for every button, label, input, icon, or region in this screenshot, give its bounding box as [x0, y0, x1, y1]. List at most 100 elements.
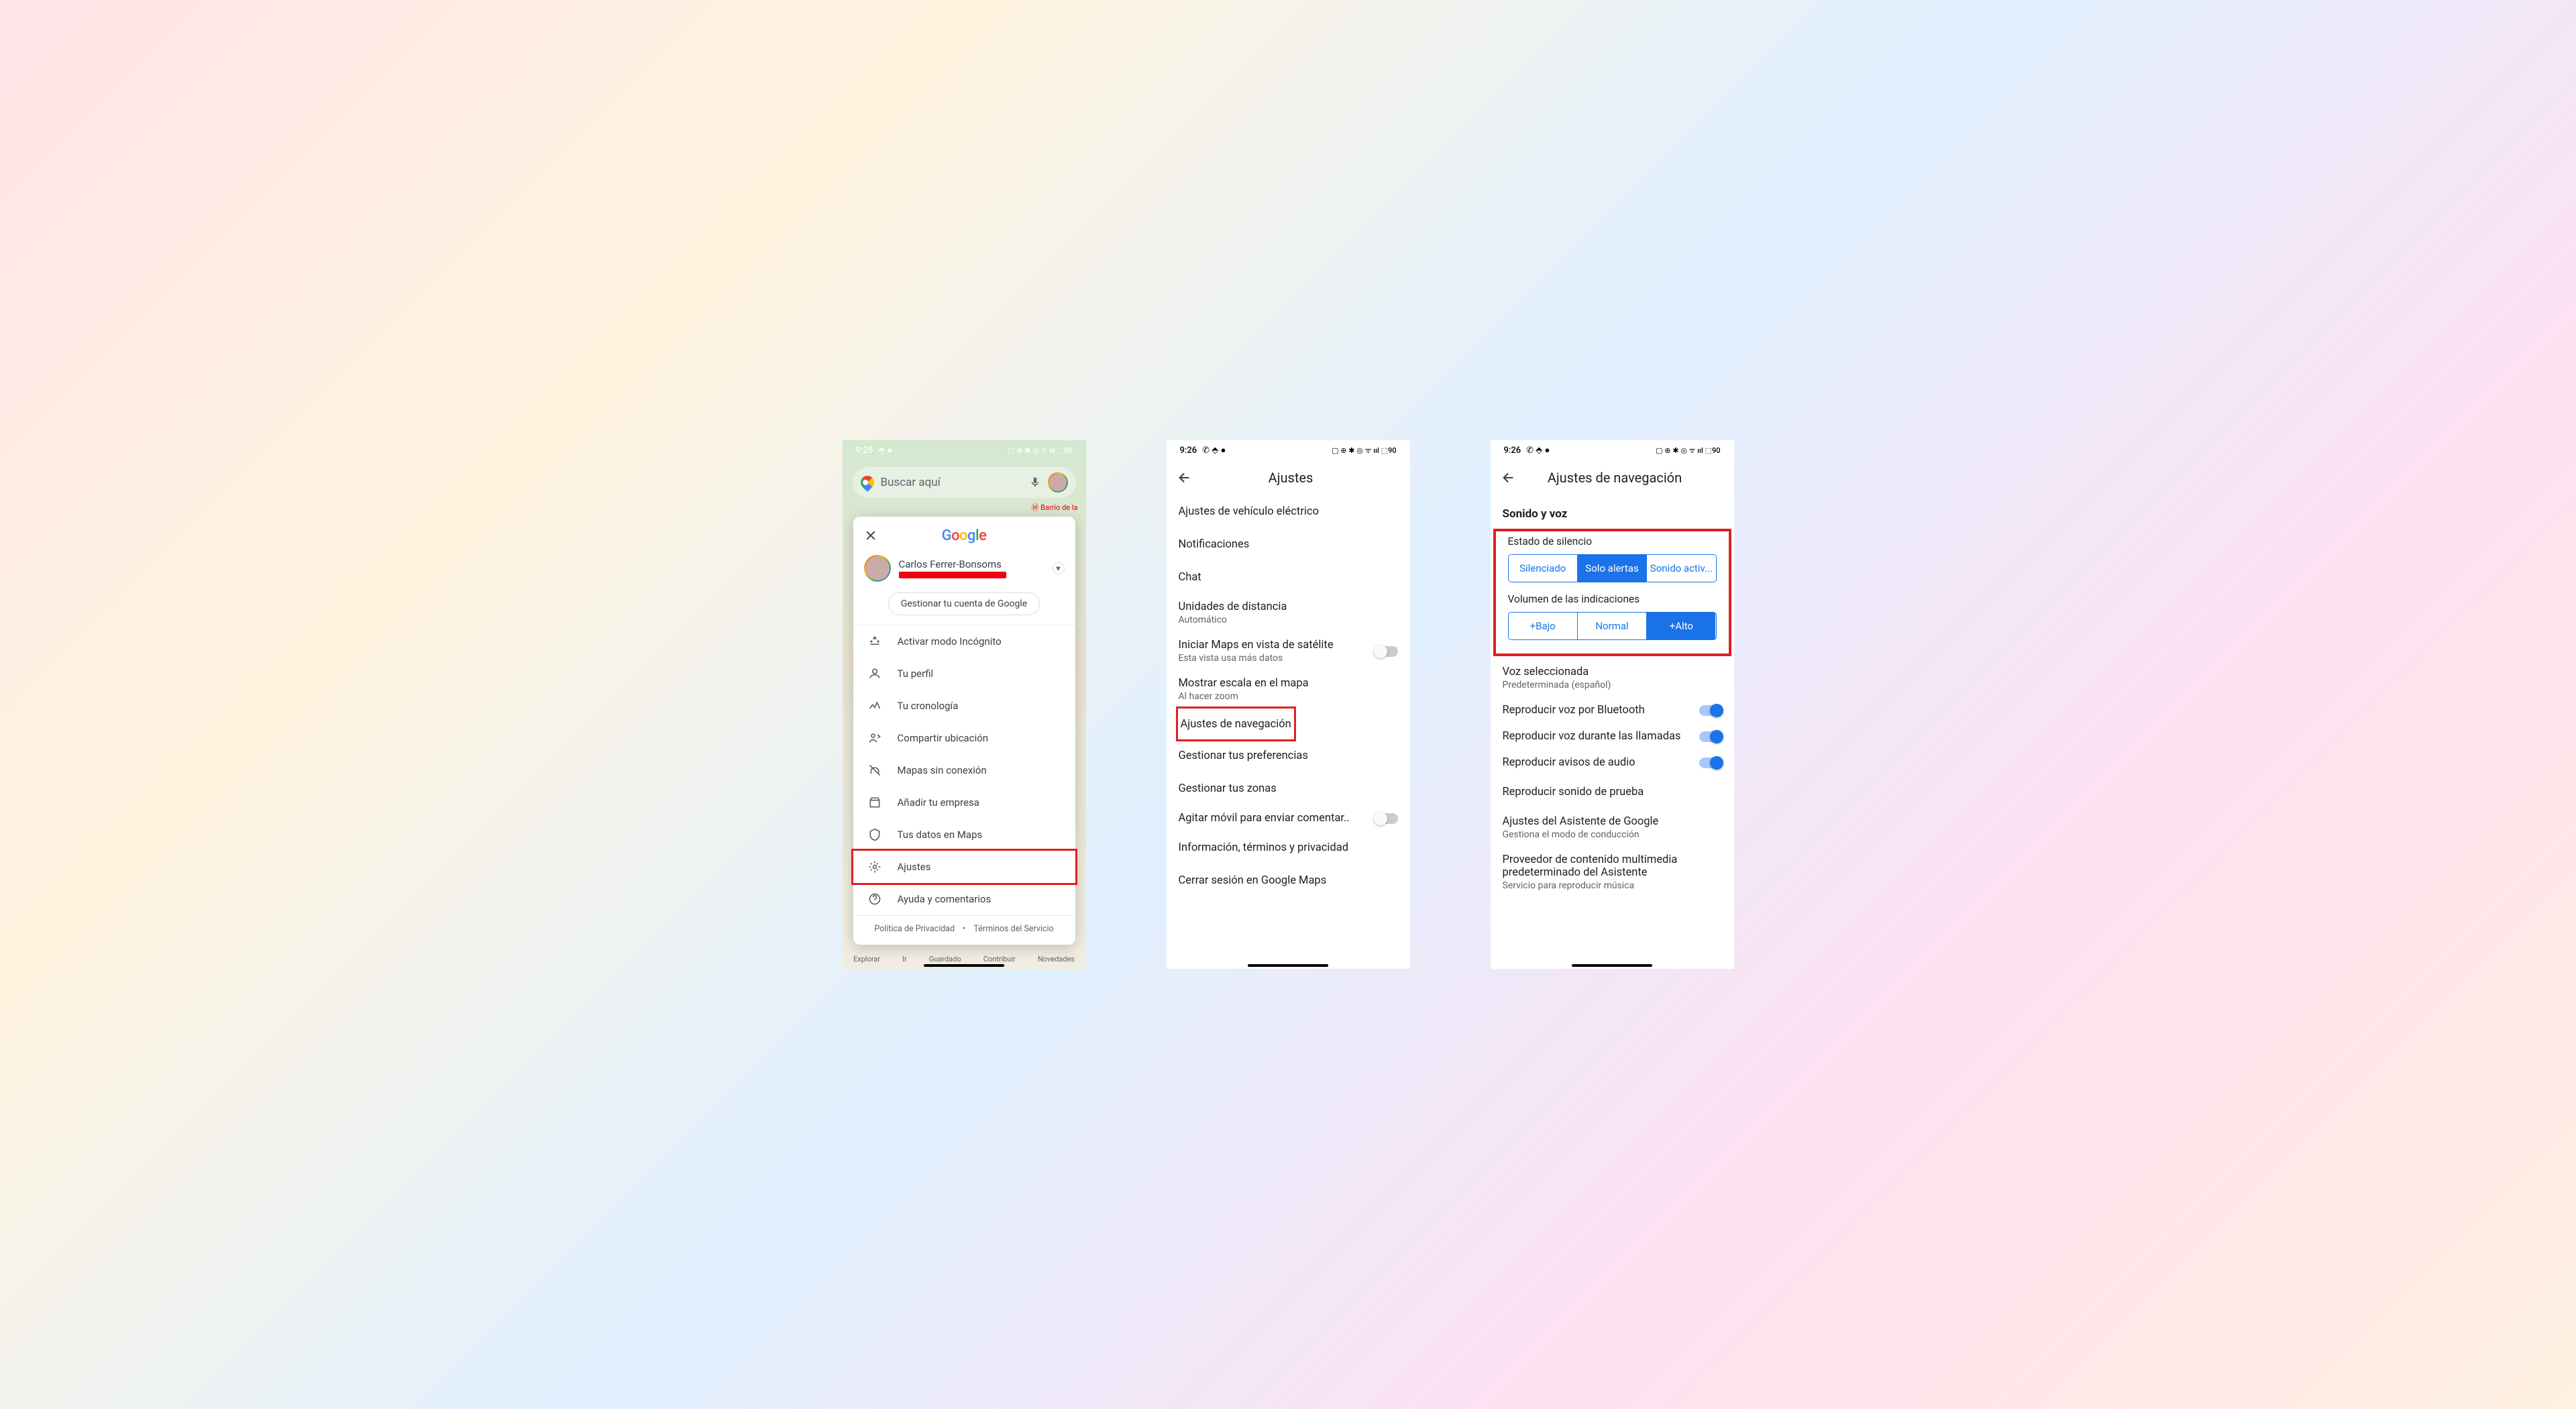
nav-news[interactable]: Novedades [1038, 955, 1075, 963]
account-name: Carlos Ferrer-Bonsoms [899, 558, 1044, 570]
status-time: 9:26 [1504, 446, 1521, 456]
mute-option-silenced[interactable]: Silenciado [1509, 555, 1578, 582]
gear-icon [868, 860, 881, 874]
menu-profile[interactable]: Tu perfil [853, 658, 1075, 690]
sheet-footer: Política de Privacidad • Términos del Se… [853, 915, 1075, 939]
help-icon [868, 892, 881, 906]
app-header: Ajustes [1167, 460, 1410, 495]
menu-label: Tu cronología [898, 700, 959, 712]
incognito-icon [868, 635, 881, 648]
back-arrow-icon[interactable] [1177, 470, 1192, 485]
setting-media-provider[interactable]: Proveedor de contenido multimedia predet… [1491, 847, 1734, 898]
setting-audio-cues[interactable]: Reproducir avisos de audio [1491, 749, 1734, 776]
satellite-switch[interactable] [1375, 646, 1398, 657]
setting-satellite-view[interactable]: Iniciar Maps en vista de satélite Esta v… [1167, 632, 1410, 670]
highlight-navigation-settings: Ajustes de navegación [1176, 707, 1296, 741]
navigation-handle[interactable] [924, 964, 1004, 967]
mute-segmented-control: Silenciado Solo alertas Sonido activ... [1508, 554, 1717, 582]
menu-label: Tu perfil [898, 668, 934, 680]
volume-segmented-control: +Bajo Normal +Alto [1508, 612, 1717, 640]
account-row[interactable]: Carlos Ferrer-Bonsoms ▼ [853, 552, 1075, 588]
menu-share-location[interactable]: Compartir ubicación [853, 722, 1075, 754]
phone-navigation-settings: 9:26 ✆ ⬘ ● ▢ ⊕ ✱ ◎ ᯤ ııl ⬚90 Ajustes de … [1491, 440, 1734, 969]
mute-option-alerts-only[interactable]: Solo alertas [1578, 555, 1647, 582]
privacy-policy-link[interactable]: Política de Privacidad [874, 924, 955, 934]
setting-ev[interactable]: Ajustes de vehículo eléctrico [1167, 495, 1410, 528]
setting-chat[interactable]: Chat [1167, 561, 1410, 594]
setting-google-assistant[interactable]: Ajustes del Asistente de Google Gestiona… [1491, 808, 1734, 847]
menu-incognito[interactable]: Activar modo Incógnito [853, 625, 1075, 658]
setting-notifications[interactable]: Notificaciones [1167, 528, 1410, 561]
setting-selected-voice[interactable]: Voz seleccionada Predeterminada (español… [1491, 659, 1734, 697]
setting-bluetooth-voice[interactable]: Reproducir voz por Bluetooth [1491, 697, 1734, 723]
menu-label: Añadir tu empresa [898, 796, 979, 808]
status-icons-left: ✆ ⬘ ● [1202, 445, 1226, 456]
calls-switch[interactable] [1699, 731, 1722, 742]
navigation-handle[interactable] [1572, 964, 1652, 967]
menu-timeline[interactable]: Tu cronología [853, 690, 1075, 722]
chevron-down-icon[interactable]: ▼ [1053, 562, 1065, 574]
settings-list[interactable]: Ajustes de vehículo eléctrico Notificaci… [1167, 495, 1410, 897]
user-avatar[interactable] [1048, 472, 1068, 492]
setting-show-scale[interactable]: Mostrar escala en el mapa Al hacer zoom [1167, 670, 1410, 709]
menu-help-feedback[interactable]: Ayuda y comentarios [853, 883, 1075, 915]
nav-contribute[interactable]: Contribuir [983, 955, 1016, 963]
mute-option-sound-active[interactable]: Sonido activ... [1647, 555, 1715, 582]
phone-google-maps-account: 9:25 ⬘ ● ▢ ⊕ ✱ ◎ ᯤ ııl ⬚90 Buscar aquí Ⓜ… [843, 440, 1086, 969]
account-email-redacted [899, 572, 1006, 578]
volume-option-high[interactable]: +Alto [1647, 613, 1715, 639]
manage-google-account-button[interactable]: Gestionar tu cuenta de Google [888, 592, 1040, 615]
highlight-sound-controls: Estado de silencio Silenciado Solo alert… [1493, 529, 1731, 656]
status-icons-right: ▢ ⊕ ✱ ◎ ᯤ ııl ⬚90 [1008, 446, 1072, 456]
setting-voice-during-calls[interactable]: Reproducir voz durante las llamadas [1491, 723, 1734, 749]
back-arrow-icon[interactable] [1501, 470, 1516, 485]
menu-your-data[interactable]: Tus datos en Maps [853, 819, 1075, 851]
sheet-header: Google [853, 517, 1075, 552]
setting-play-test-sound[interactable]: Reproducir sonido de prueba [1491, 776, 1734, 808]
metro-label: Ⓜ Barrio de la [843, 502, 1086, 513]
nav-saved[interactable]: Guardado [929, 955, 961, 963]
menu-add-business[interactable]: Añadir tu empresa [853, 786, 1075, 819]
setting-navigation[interactable]: Ajustes de navegación [1181, 717, 1291, 731]
section-sound-voice: Sonido y voz [1491, 495, 1734, 530]
status-bar: 9:26 ✆ ⬘ ● ▢ ⊕ ✱ ◎ ᯤ ııl ⬚90 [1491, 440, 1734, 460]
microphone-icon[interactable] [1029, 476, 1041, 488]
status-icons-right: ▢ ⊕ ✱ ◎ ᯤ ııl ⬚90 [1656, 446, 1720, 456]
setting-manage-preferences[interactable]: Gestionar tus preferencias [1167, 739, 1410, 772]
bottom-navigation: Explorar Ir Guardado Contribuir Novedade… [843, 955, 1086, 963]
storefront-icon [868, 796, 881, 809]
menu-label: Mapas sin conexión [898, 764, 987, 776]
share-location-icon [868, 731, 881, 745]
search-placeholder: Buscar aquí [881, 476, 1022, 489]
status-icons-right: ▢ ⊕ ✱ ◎ ᯤ ııl ⬚90 [1332, 446, 1396, 456]
app-header: Ajustes de navegación [1491, 460, 1734, 495]
navigation-handle[interactable] [1248, 964, 1328, 967]
status-time: 9:26 [1180, 446, 1197, 456]
menu-offline-maps[interactable]: Mapas sin conexión [853, 754, 1075, 786]
maps-search-bar[interactable]: Buscar aquí [853, 467, 1076, 498]
account-avatar [864, 555, 891, 582]
setting-sign-out[interactable]: Cerrar sesión en Google Maps [1167, 864, 1410, 897]
terms-link[interactable]: Términos del Servicio [973, 924, 1053, 934]
footer-separator: • [963, 924, 965, 934]
menu-settings[interactable]: Ajustes [853, 851, 1075, 883]
setting-distance-units[interactable]: Unidades de distancia Automático [1167, 594, 1410, 632]
nav-go[interactable]: Ir [902, 955, 907, 963]
close-icon[interactable] [864, 529, 877, 542]
audio-switch[interactable] [1699, 758, 1722, 768]
shake-switch[interactable] [1375, 813, 1398, 824]
account-sheet: Google Carlos Ferrer-Bonsoms ▼ Gestionar… [853, 517, 1075, 945]
menu-label: Ayuda y comentarios [898, 893, 991, 905]
menu-label: Ajustes [898, 861, 931, 873]
volume-option-normal[interactable]: Normal [1578, 613, 1647, 639]
setting-manage-zones[interactable]: Gestionar tus zonas [1167, 772, 1410, 805]
status-icons-left: ✆ ⬘ ● [1526, 445, 1550, 456]
nav-explore[interactable]: Explorar [853, 955, 880, 963]
setting-shake-feedback[interactable]: Agitar móvil para enviar comentar.. [1167, 805, 1410, 831]
status-icons-left: ⬘ ● [878, 445, 892, 456]
bluetooth-switch[interactable] [1699, 705, 1722, 716]
status-bar: 9:26 ✆ ⬘ ● ▢ ⊕ ✱ ◎ ᯤ ııl ⬚90 [1167, 440, 1410, 460]
volume-option-low[interactable]: +Bajo [1509, 613, 1578, 639]
setting-info-terms-privacy[interactable]: Información, términos y privacidad [1167, 831, 1410, 864]
header-title: Ajustes de navegación [1535, 470, 1695, 486]
